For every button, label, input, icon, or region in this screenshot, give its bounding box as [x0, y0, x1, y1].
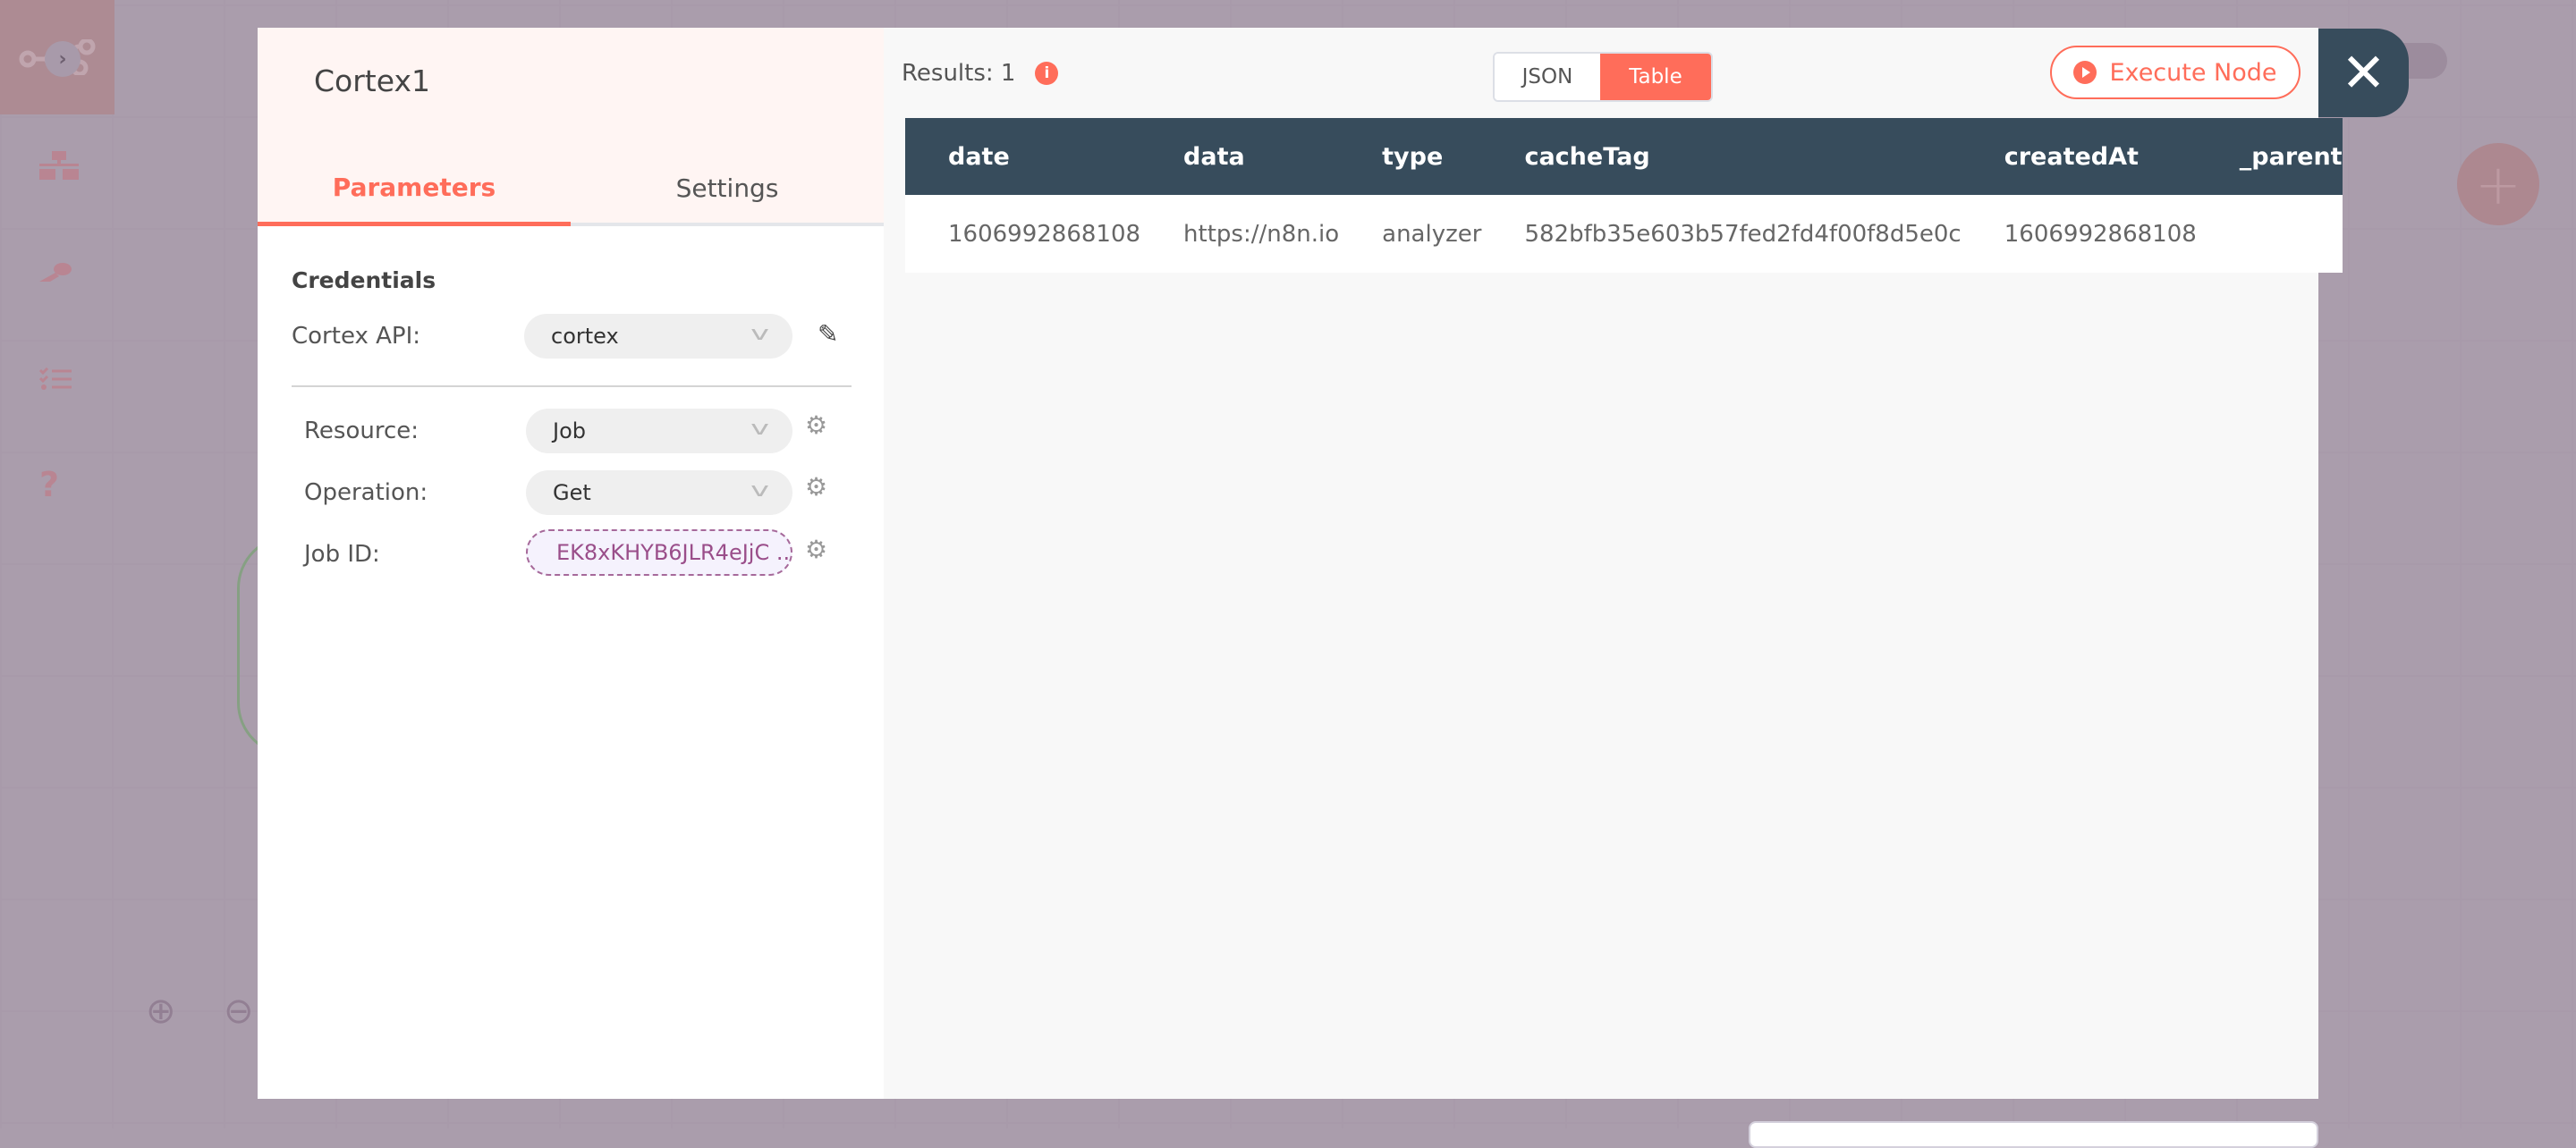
credentials-heading: Credentials — [292, 267, 436, 293]
play-icon — [2073, 61, 2097, 84]
table-cell: 1606992868108 — [1961, 195, 2197, 273]
results-label: Results: 1 — [902, 60, 1016, 87]
cortex-api-select[interactable]: cortex v — [524, 314, 792, 359]
resource-label: Resource: — [304, 418, 419, 444]
close-icon[interactable]: ✕ — [2318, 29, 2409, 117]
table-row: 1606992868108 https://n8n.io analyzer 58… — [905, 195, 2343, 273]
gears-icon[interactable]: ⚙ — [805, 410, 827, 440]
tabs: Parameters Settings — [258, 153, 884, 226]
table-cell: analyzer — [1339, 195, 1482, 273]
table-cell: https://n8n.io — [1140, 195, 1340, 273]
chevron-down-icon: v — [750, 323, 769, 345]
resource-value: Job — [553, 418, 586, 443]
chevron-down-icon: v — [750, 418, 769, 440]
json-view-button[interactable]: JSON — [1495, 54, 1600, 100]
cortex-api-value: cortex — [551, 324, 619, 349]
results-count: Results: 1 i — [902, 60, 1059, 87]
divider — [292, 385, 852, 387]
chevron-down-icon: v — [750, 479, 769, 502]
operation-label: Operation: — [304, 479, 428, 506]
cortex-api-label: Cortex API: — [292, 323, 421, 350]
gears-icon[interactable]: ⚙ — [805, 472, 827, 502]
sidebar: › ? — [0, 0, 114, 1128]
execute-node-button[interactable]: Execute Node — [2050, 46, 2301, 99]
job-id-label: Job ID: — [304, 541, 380, 568]
table-cell: 582bfb35e603b57fed2fd4f00f8d5e0c — [1481, 195, 1962, 273]
view-toggle: JSON Table — [1493, 52, 1713, 102]
expand-sidebar-button[interactable]: › — [45, 41, 80, 77]
resource-select[interactable]: Job v — [526, 409, 792, 453]
table-cell — [2196, 195, 2343, 273]
operation-value: Get — [553, 480, 591, 505]
column-header: _parent — [2196, 118, 2343, 195]
execute-label: Execute Node — [2109, 58, 2277, 87]
tab-settings[interactable]: Settings — [571, 153, 884, 223]
column-header: date — [905, 118, 1141, 195]
column-header: type — [1339, 118, 1482, 195]
column-header: data — [1140, 118, 1340, 195]
gears-icon[interactable]: ⚙ — [805, 535, 827, 564]
node-details-modal: Cortex1 Parameters Settings Credentials … — [258, 28, 2343, 1099]
bottom-panel — [1749, 1121, 2318, 1148]
zoom-out-icon[interactable]: ⊖ — [224, 991, 254, 1032]
column-header: cacheTag — [1481, 118, 1962, 195]
table-cell: 1606992868108 — [905, 195, 1141, 273]
output-panel: Results: 1 i JSON Table Execute Node date… — [884, 28, 2343, 1099]
operation-select[interactable]: Get v — [526, 470, 792, 515]
parameters-panel: Cortex1 Parameters Settings Credentials … — [258, 28, 884, 1099]
key-icon[interactable] — [39, 250, 72, 290]
edit-pencil-icon[interactable]: ✎ — [818, 319, 838, 349]
info-icon[interactable]: i — [1035, 62, 1059, 85]
add-node-button[interactable]: + — [2457, 143, 2539, 225]
column-header: createdAt — [1961, 118, 2197, 195]
table-header-row: date data type cacheTag createdAt _paren… — [905, 118, 2343, 195]
job-id-expression-input[interactable]: EK8xKHYB6JLR4eJjC ... — [526, 529, 792, 576]
table-view-button[interactable]: Table — [1600, 54, 1711, 100]
help-icon[interactable]: ? — [39, 465, 59, 504]
node-title[interactable]: Cortex1 — [314, 63, 430, 98]
network-icon[interactable] — [39, 150, 79, 190]
checklist-icon[interactable] — [38, 359, 72, 399]
results-table: date data type cacheTag createdAt _paren… — [905, 118, 2343, 273]
tab-parameters[interactable]: Parameters — [258, 153, 571, 226]
zoom-in-icon[interactable]: ⊕ — [146, 991, 176, 1032]
